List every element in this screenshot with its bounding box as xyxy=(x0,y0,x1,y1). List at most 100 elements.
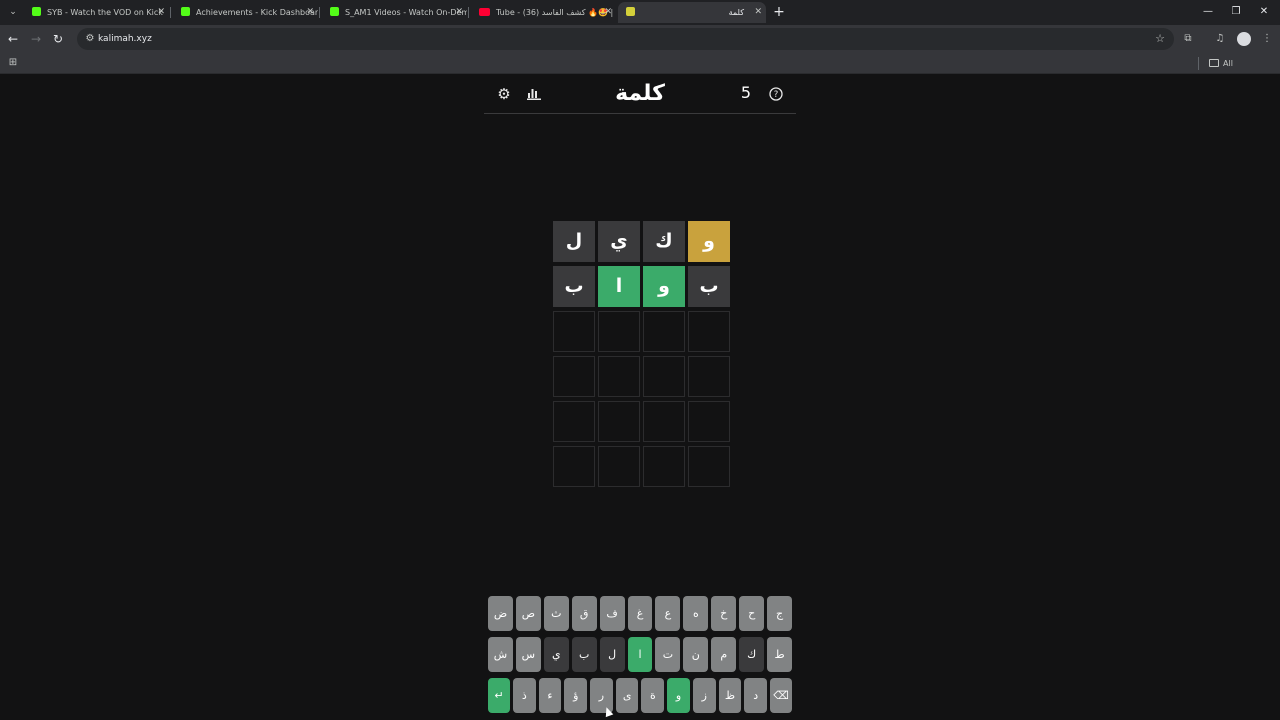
keyboard-key[interactable]: ث xyxy=(543,596,569,631)
kick-icon xyxy=(330,7,339,16)
close-window-button[interactable]: ✕ xyxy=(1254,3,1274,21)
board-row: بواب xyxy=(551,266,730,307)
on-screen-keyboard: ج ح خ ه ع غ ف ق ث ص ض ط ك م ن ت ا ل ب ي س ش ⌫ د ظ ز و ة ى ر ؤ ء ذ ↵ xyxy=(487,596,792,719)
tab-separator xyxy=(468,7,469,18)
keyboard-key[interactable]: ذ xyxy=(512,678,536,713)
board-tile: ك xyxy=(643,221,685,262)
keyboard-key[interactable]: ؤ xyxy=(564,678,588,713)
tab-kick-vod[interactable]: SYB - Watch the VOD on Kick ✕ xyxy=(24,2,169,23)
keyboard-key[interactable]: ك xyxy=(739,637,765,672)
keyboard-key[interactable]: ب xyxy=(571,637,597,672)
keyboard-key[interactable]: ا xyxy=(627,637,653,672)
tab-kalimah[interactable]: كلمة ✕ xyxy=(618,2,766,23)
keyboard-key[interactable]: ى xyxy=(615,678,639,713)
board-row xyxy=(551,401,730,442)
url-text[interactable]: kalimah.xyz xyxy=(98,28,152,50)
tab-title: كلمة xyxy=(728,8,744,17)
enter-key[interactable]: ↵ xyxy=(487,678,510,713)
board-tile xyxy=(688,401,730,442)
keyboard-key[interactable]: ش xyxy=(488,637,513,672)
keyboard-key[interactable]: ع xyxy=(655,596,681,631)
board-tile xyxy=(598,401,640,442)
board-tile: ا xyxy=(598,266,640,307)
close-icon[interactable]: ✕ xyxy=(754,2,762,23)
board-tile xyxy=(553,446,595,487)
tab-youtube[interactable]: Tube - (36) كشف الفاسد 🔥🤩 | ✕ xyxy=(471,2,616,23)
bookmarks-separator xyxy=(1198,57,1199,70)
board-tile xyxy=(688,446,730,487)
site-info-icon[interactable]: ⚙ xyxy=(82,31,98,47)
keyboard-key[interactable]: س xyxy=(515,637,541,672)
keyboard-key[interactable]: ة xyxy=(641,678,665,713)
apps-grid-icon[interactable]: ⊞ xyxy=(6,56,20,70)
bookmark-star-icon[interactable]: ☆ xyxy=(1155,30,1165,48)
keyboard-key[interactable]: خ xyxy=(711,596,737,631)
board-tile xyxy=(643,446,685,487)
back-button[interactable]: ← xyxy=(4,30,22,48)
reload-button[interactable]: ↻ xyxy=(49,30,67,48)
menu-icon[interactable]: ⋮ xyxy=(1258,30,1276,48)
address-bar[interactable]: ⚙ kalimah.xyz ☆ xyxy=(77,28,1174,50)
game-board: وكيلبواب xyxy=(551,221,730,491)
keyboard-key[interactable]: ط xyxy=(767,637,792,672)
folder-icon xyxy=(1209,58,1219,67)
keyboard-key[interactable]: ه xyxy=(683,596,709,631)
tab-kick-dashboard[interactable]: Achievements - Kick Dashboard ✕ xyxy=(173,2,318,23)
keyboard-key[interactable]: ظ xyxy=(718,678,742,713)
board-tile xyxy=(553,356,595,397)
media-control-icon[interactable]: ♫ xyxy=(1211,30,1229,48)
keyboard-key[interactable]: ح xyxy=(739,596,765,631)
keyboard-key[interactable]: و xyxy=(667,678,690,713)
backspace-key[interactable]: ⌫ xyxy=(770,678,792,713)
minimize-button[interactable]: — xyxy=(1198,3,1218,21)
close-icon[interactable]: ✕ xyxy=(157,2,165,23)
keyboard-key[interactable]: غ xyxy=(627,596,653,631)
help-icon[interactable]: ? xyxy=(765,83,787,105)
all-bookmarks-button[interactable]: All Bookmarks xyxy=(1209,53,1280,89)
statistics-icon[interactable] xyxy=(523,83,545,105)
tab-kick-videos[interactable]: S_AM1 Videos - Watch On-Dem ✕ xyxy=(322,2,467,23)
close-icon[interactable]: ✕ xyxy=(306,2,314,23)
board-tile xyxy=(553,311,595,352)
tab-separator xyxy=(319,7,320,18)
board-tile: ب xyxy=(688,266,730,307)
board-tile: ل xyxy=(553,221,595,262)
board-tile xyxy=(598,311,640,352)
keyboard-key[interactable]: ز xyxy=(692,678,716,713)
kick-icon xyxy=(32,7,41,16)
streak-count: 5 xyxy=(740,83,752,102)
board-tile xyxy=(643,401,685,442)
bookmarks-bar: ⊞ All Bookmarks xyxy=(0,53,1280,89)
game-header: ⚙ كلمة 5 ? xyxy=(484,75,796,114)
board-tile xyxy=(688,311,730,352)
tab-search-icon[interactable]: ⌄ xyxy=(5,4,21,20)
keyboard-key[interactable]: ض xyxy=(488,596,513,631)
tab-separator xyxy=(170,7,171,18)
keyboard-key[interactable]: ت xyxy=(655,637,681,672)
game-page: ⚙ كلمة 5 ? وكيلبواب جحخهعغفقثصضطكمنتالبي… xyxy=(0,75,1280,720)
kalimah-icon xyxy=(626,7,635,16)
keyboard-key[interactable]: ل xyxy=(599,637,625,672)
profile-avatar[interactable] xyxy=(1237,32,1251,46)
keyboard-key[interactable]: ء xyxy=(538,678,562,713)
svg-text:?: ? xyxy=(774,90,779,100)
restore-button[interactable]: ❐ xyxy=(1226,3,1246,21)
keyboard-key[interactable]: ج xyxy=(767,596,792,631)
new-tab-button[interactable]: + xyxy=(771,3,787,21)
keyboard-key[interactable]: ق xyxy=(571,596,597,631)
keyboard-key[interactable]: ي xyxy=(543,637,569,672)
close-icon[interactable]: ✕ xyxy=(604,2,612,23)
board-tile xyxy=(598,446,640,487)
forward-button[interactable]: → xyxy=(27,30,45,48)
keyboard-key[interactable]: ن xyxy=(683,637,709,672)
close-icon[interactable]: ✕ xyxy=(455,2,463,23)
keyboard-key[interactable]: ف xyxy=(599,596,625,631)
board-tile: و xyxy=(688,221,730,262)
settings-gear-icon[interactable]: ⚙ xyxy=(493,83,515,105)
board-row: وكيل xyxy=(551,221,730,262)
game-title: كلمة xyxy=(615,81,665,106)
extensions-icon[interactable]: ⧉ xyxy=(1179,30,1197,48)
keyboard-key[interactable]: م xyxy=(711,637,737,672)
keyboard-key[interactable]: د xyxy=(744,678,767,713)
keyboard-key[interactable]: ص xyxy=(515,596,541,631)
